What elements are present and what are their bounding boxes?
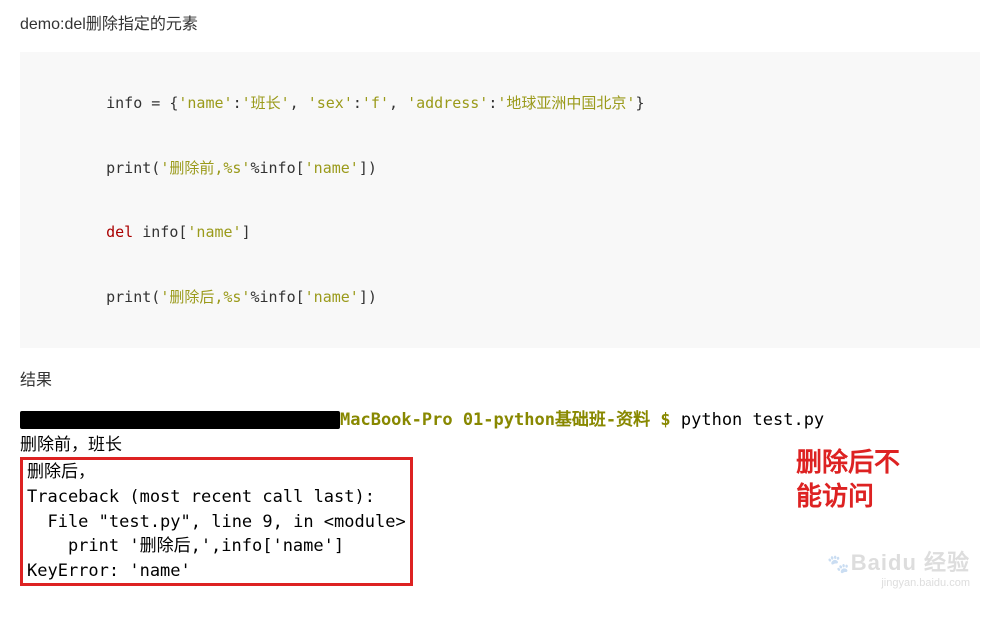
code-text bbox=[70, 223, 106, 241]
code-text: , bbox=[290, 94, 308, 112]
terminal-error-line: Traceback (most recent call last): bbox=[27, 485, 406, 510]
code-text: %info[ bbox=[250, 288, 304, 306]
redacted-bar bbox=[20, 411, 340, 429]
watermark-text: Baidu 经验 bbox=[851, 550, 970, 575]
string-literal: 'name' bbox=[305, 288, 359, 306]
code-text: , bbox=[389, 94, 407, 112]
watermark: 🐾Baidu 经验 jingyan.baidu.com bbox=[827, 547, 970, 592]
code-text: } bbox=[635, 94, 644, 112]
code-text: ]) bbox=[359, 288, 377, 306]
string-literal: '地球亚洲中国北京' bbox=[497, 94, 635, 112]
code-text: ] bbox=[242, 223, 251, 241]
annotation-callout: 删除后不 能访问 bbox=[796, 446, 900, 514]
demo-title: demo:del删除指定的元素 bbox=[20, 10, 980, 34]
string-literal: '删除前,%s' bbox=[160, 159, 250, 177]
annotation-text: 能访问 bbox=[796, 480, 900, 514]
code-line-1: info = {'name':'班长', 'sex':'f', 'address… bbox=[70, 92, 930, 115]
code-text: : bbox=[353, 94, 362, 112]
code-line-3: del info['name'] bbox=[70, 221, 930, 244]
error-highlight-box: 删除后， Traceback (most recent call last): … bbox=[20, 457, 413, 586]
string-literal: 'name' bbox=[187, 223, 241, 241]
watermark-logo: 🐾Baidu 经验 bbox=[827, 547, 970, 579]
string-literal: 'address' bbox=[407, 94, 488, 112]
string-literal: 'name' bbox=[178, 94, 232, 112]
paw-icon: 🐾 bbox=[827, 551, 850, 577]
code-text: info[ bbox=[133, 223, 187, 241]
annotation-text: 删除后不 bbox=[796, 446, 900, 480]
code-line-4: print('删除后,%s'%info['name']) bbox=[70, 286, 930, 309]
keyword: del bbox=[106, 223, 133, 241]
string-literal: 'name' bbox=[305, 159, 359, 177]
terminal-command: python test.py bbox=[681, 410, 824, 430]
terminal-error-line: File "test.py", line 9, in <module> bbox=[27, 510, 406, 535]
string-literal: '班长' bbox=[242, 94, 290, 112]
terminal-prompt: MacBook-Pro 01-python基础班-资料 $ bbox=[340, 410, 681, 430]
terminal-error-line: KeyError: 'name' bbox=[27, 559, 406, 584]
string-literal: 'f' bbox=[362, 94, 389, 112]
code-text: %info[ bbox=[250, 159, 304, 177]
terminal-prompt-line: MacBook-Pro 01-python基础班-资料 $ python tes… bbox=[20, 408, 980, 433]
code-line-2: print('删除前,%s'%info['name']) bbox=[70, 157, 930, 180]
code-text: print( bbox=[70, 159, 160, 177]
code-text: : bbox=[233, 94, 242, 112]
string-literal: 'sex' bbox=[308, 94, 353, 112]
code-text: print( bbox=[70, 288, 160, 306]
code-text: info = { bbox=[70, 94, 178, 112]
terminal-error-line: 删除后， bbox=[27, 460, 406, 485]
result-label: 结果 bbox=[20, 366, 980, 390]
terminal-output: MacBook-Pro 01-python基础班-资料 $ python tes… bbox=[20, 408, 980, 586]
code-text: ]) bbox=[359, 159, 377, 177]
code-block: info = {'name':'班长', 'sex':'f', 'address… bbox=[20, 52, 980, 348]
terminal-error-line: print '删除后,',info['name'] bbox=[27, 534, 406, 559]
string-literal: '删除后,%s' bbox=[160, 288, 250, 306]
